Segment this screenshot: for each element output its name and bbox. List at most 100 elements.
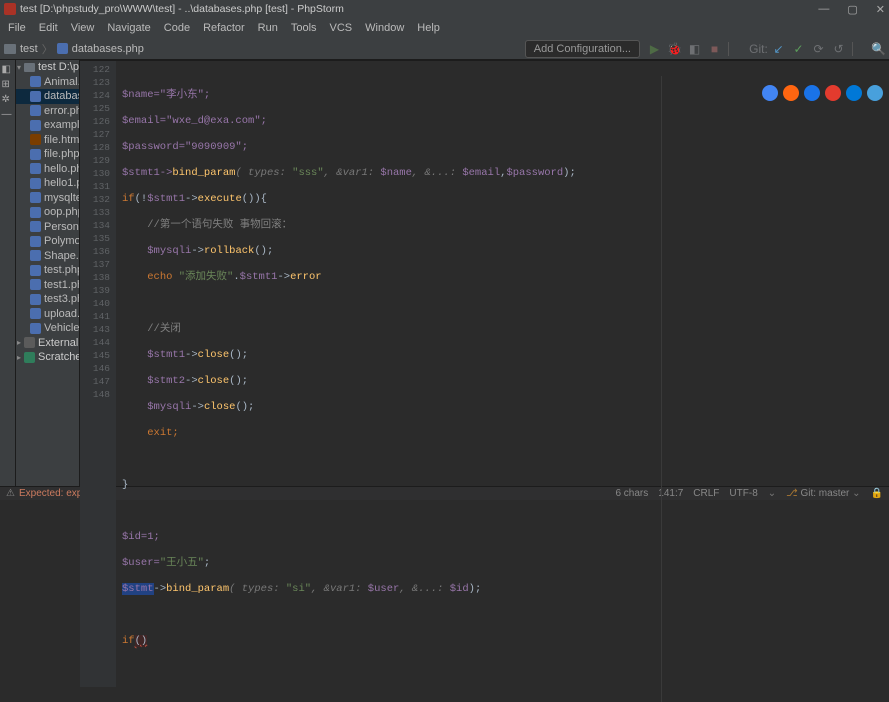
line-number[interactable]: 122 bbox=[80, 63, 110, 76]
menu-navigate[interactable]: Navigate bbox=[107, 22, 150, 34]
tree-item-helloph[interactable]: hello.ph bbox=[16, 162, 79, 177]
php-icon bbox=[30, 221, 41, 232]
opera-icon[interactable] bbox=[825, 85, 841, 101]
menu-help[interactable]: Help bbox=[417, 22, 440, 34]
line-number[interactable]: 136 bbox=[80, 245, 110, 258]
tree-label: upload.p bbox=[44, 308, 80, 320]
tree-item-ExternalLibr[interactable]: ▸External Libr bbox=[16, 336, 79, 351]
warning-icon: ⚠ bbox=[6, 488, 15, 499]
breadcrumb-file[interactable]: databases.php bbox=[72, 43, 144, 55]
line-number[interactable]: 146 bbox=[80, 362, 110, 375]
line-number[interactable]: 126 bbox=[80, 115, 110, 128]
line-number[interactable]: 132 bbox=[80, 193, 110, 206]
line-number[interactable]: 148 bbox=[80, 388, 110, 401]
line-number[interactable]: 123 bbox=[80, 76, 110, 89]
project-toggle-icon[interactable]: ◧ bbox=[2, 64, 14, 76]
ie-icon[interactable] bbox=[846, 85, 862, 101]
browser-preview-icons[interactable] bbox=[762, 85, 883, 101]
run-icon[interactable]: ▶ bbox=[648, 42, 661, 55]
tree-item-errorph[interactable]: error.ph bbox=[16, 104, 79, 119]
tree-item-Polymor[interactable]: Polymor bbox=[16, 234, 79, 249]
collapse-icon[interactable]: — bbox=[2, 109, 14, 121]
tree-label: hello.ph bbox=[44, 163, 80, 175]
git-update-icon[interactable]: ↙ bbox=[772, 42, 785, 55]
line-number[interactable]: 129 bbox=[80, 154, 110, 167]
menu-window[interactable]: Window bbox=[365, 22, 404, 34]
tree-item-hello1p[interactable]: hello1.p bbox=[16, 176, 79, 191]
menu-vcs[interactable]: VCS bbox=[330, 22, 353, 34]
line-number[interactable]: 140 bbox=[80, 297, 110, 310]
search-icon[interactable]: 🔍 bbox=[872, 42, 885, 55]
menu-run[interactable]: Run bbox=[258, 22, 278, 34]
close-button[interactable]: ✕ bbox=[876, 3, 885, 16]
tree-item-filehtml[interactable]: file.html bbox=[16, 133, 79, 148]
tree-item-test1ph[interactable]: test1.ph bbox=[16, 278, 79, 293]
git-history-icon[interactable]: ⟳ bbox=[812, 42, 825, 55]
php-icon bbox=[30, 279, 41, 290]
line-number[interactable]: 138 bbox=[80, 271, 110, 284]
git-revert-icon[interactable]: ↺ bbox=[832, 42, 845, 55]
edge-icon[interactable] bbox=[867, 85, 883, 101]
tree-item-Vehiclep[interactable]: Vehicle.p bbox=[16, 321, 79, 336]
breadcrumb-folder[interactable]: test bbox=[20, 43, 38, 55]
line-number[interactable]: 125 bbox=[80, 102, 110, 115]
tree-item-database[interactable]: database bbox=[16, 89, 79, 104]
line-number[interactable]: 135 bbox=[80, 232, 110, 245]
tree-item-mysqltes[interactable]: mysqltes bbox=[16, 191, 79, 206]
safari-icon[interactable] bbox=[804, 85, 820, 101]
tree-label: test3.ph bbox=[44, 293, 80, 305]
line-number[interactable]: 137 bbox=[80, 258, 110, 271]
php-icon bbox=[30, 323, 41, 334]
minimize-button[interactable]: — bbox=[818, 3, 829, 16]
tree-item-test[interactable]: ▾test D:\php bbox=[16, 60, 79, 75]
menu-file[interactable]: File bbox=[8, 22, 26, 34]
tree-label: Person.p bbox=[44, 221, 80, 233]
line-number[interactable]: 143 bbox=[80, 323, 110, 336]
tree-item-example[interactable]: example. bbox=[16, 118, 79, 133]
line-number[interactable]: 144 bbox=[80, 336, 110, 349]
tree-item-filephp[interactable]: file.php bbox=[16, 147, 79, 162]
line-number[interactable]: 131 bbox=[80, 180, 110, 193]
tree-item-test3ph[interactable]: test3.ph bbox=[16, 292, 79, 307]
line-number[interactable]: 124 bbox=[80, 89, 110, 102]
line-number[interactable]: 141 bbox=[80, 310, 110, 323]
line-number[interactable]: 130 bbox=[80, 167, 110, 180]
tree-label: test D:\php bbox=[38, 61, 80, 73]
tree-item-Shapeph[interactable]: Shape.ph bbox=[16, 249, 79, 264]
maximize-button[interactable]: ▢ bbox=[847, 3, 857, 16]
add-configuration-button[interactable]: Add Configuration... bbox=[525, 40, 640, 58]
code-editor[interactable]: $name="李小东"; $email="wxe_d@exa.com"; $pa… bbox=[116, 61, 889, 687]
tree-item-Personp[interactable]: Person.p bbox=[16, 220, 79, 235]
stop-icon[interactable]: ■ bbox=[708, 42, 721, 55]
line-number[interactable]: 145 bbox=[80, 349, 110, 362]
line-number[interactable]: 127 bbox=[80, 128, 110, 141]
line-number[interactable]: 147 bbox=[80, 375, 110, 388]
menu-refactor[interactable]: Refactor bbox=[203, 22, 245, 34]
line-number[interactable]: 133 bbox=[80, 206, 110, 219]
tree-item-Animalp[interactable]: Animal.p bbox=[16, 75, 79, 90]
php-icon bbox=[30, 178, 41, 189]
tree-item-Scratchesan[interactable]: ▸Scratches an bbox=[16, 350, 79, 365]
menu-view[interactable]: View bbox=[71, 22, 95, 34]
line-number[interactable]: 134 bbox=[80, 219, 110, 232]
line-number[interactable]: 128 bbox=[80, 141, 110, 154]
menu-code[interactable]: Code bbox=[164, 22, 190, 34]
coverage-icon[interactable]: ◧ bbox=[688, 42, 701, 55]
window-title: test [D:\phpstudy_pro\WWW\test] - ..\dat… bbox=[20, 3, 344, 15]
git-commit-icon[interactable]: ✓ bbox=[792, 42, 805, 55]
settings-icon[interactable]: ✲ bbox=[2, 94, 14, 106]
menu-tools[interactable]: Tools bbox=[291, 22, 317, 34]
tree-label: mysqltes bbox=[44, 192, 80, 204]
tree-item-oopphp[interactable]: oop.php bbox=[16, 205, 79, 220]
tree-item-testphp[interactable]: test.php bbox=[16, 263, 79, 278]
firefox-icon[interactable] bbox=[783, 85, 799, 101]
git-label: Git: bbox=[752, 42, 765, 55]
tree-item-uploadp[interactable]: upload.p bbox=[16, 307, 79, 322]
menu-edit[interactable]: Edit bbox=[39, 22, 58, 34]
line-number[interactable]: 139 bbox=[80, 284, 110, 297]
lib-icon bbox=[24, 337, 35, 348]
chrome-icon[interactable] bbox=[762, 85, 778, 101]
expand-icon[interactable]: ⊞ bbox=[2, 79, 14, 91]
php-icon bbox=[30, 236, 41, 247]
debug-icon[interactable]: 🐞 bbox=[668, 42, 681, 55]
